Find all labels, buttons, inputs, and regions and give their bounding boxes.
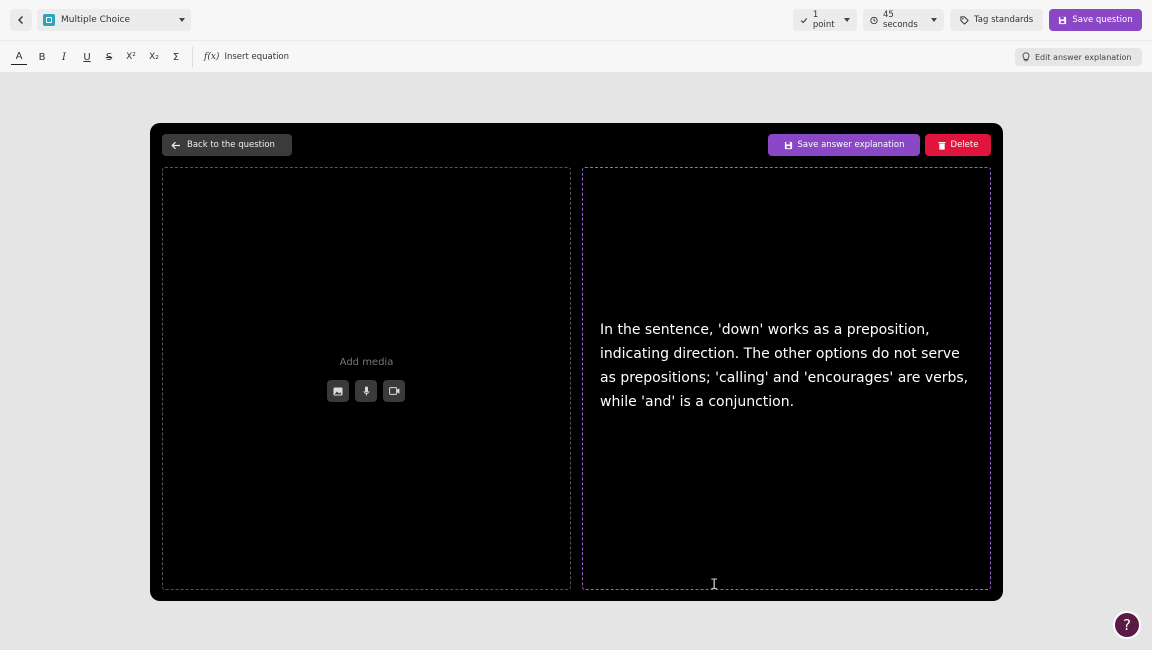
add-video-button[interactable] [383, 380, 405, 402]
save-question-button[interactable]: Save question [1049, 9, 1142, 31]
tag-standards-button[interactable]: Tag standards [950, 9, 1043, 31]
save-icon [1059, 16, 1067, 24]
chevron-down-icon [844, 18, 850, 22]
save-answer-explanation-button[interactable]: Save answer explanation [768, 134, 920, 156]
media-dropzone[interactable]: Add media [162, 167, 571, 590]
image-icon [333, 387, 343, 395]
subscript-button[interactable]: X₂ [146, 49, 162, 65]
top-bar: Multiple Choice 1 point 45 seconds Tag s… [0, 0, 1152, 41]
sigma-button[interactable]: Σ [168, 49, 184, 65]
back-button[interactable] [10, 9, 32, 31]
add-media-label: Add media [339, 357, 394, 368]
chevron-down-icon [179, 18, 185, 22]
check-icon [800, 17, 808, 23]
chevron-left-icon [18, 16, 23, 24]
save-icon [784, 141, 792, 149]
answer-explanation-card: Back to the question Save answer explana… [150, 123, 1003, 601]
italic-button[interactable]: I [56, 49, 72, 65]
underline-button[interactable]: U [79, 49, 95, 65]
time-label: 45 seconds [883, 10, 918, 30]
delete-button[interactable]: Delete [925, 134, 991, 156]
back-to-question-label: Back to the question [187, 140, 275, 150]
edit-answer-explanation-button[interactable]: Edit answer explanation [1015, 48, 1142, 66]
back-to-question-button[interactable]: Back to the question [162, 134, 292, 156]
microphone-icon [363, 386, 369, 396]
time-select[interactable]: 45 seconds [863, 9, 944, 31]
explanation-text[interactable]: In the sentence, 'down' works as a prepo… [600, 318, 970, 414]
edit-answer-explanation-label: Edit answer explanation [1035, 52, 1132, 62]
help-button[interactable]: ? [1113, 611, 1141, 639]
insert-equation-button[interactable]: f(x) Insert equation [204, 49, 289, 65]
insert-equation-label: Insert equation [224, 52, 290, 62]
save-answer-explanation-label: Save answer explanation [797, 140, 905, 150]
text-color-button[interactable]: A [11, 49, 27, 65]
tag-icon [960, 15, 969, 25]
clock-icon [870, 16, 878, 24]
explanation-editor[interactable]: In the sentence, 'down' works as a prepo… [582, 167, 991, 593]
question-type-icon [43, 14, 55, 26]
add-image-button[interactable] [327, 380, 349, 402]
question-type-label: Multiple Choice [61, 15, 131, 25]
help-icon: ? [1123, 616, 1131, 634]
question-type-select[interactable]: Multiple Choice [37, 9, 191, 31]
arrow-left-icon [171, 141, 180, 149]
formatting-toolbar: A B I U S X² X₂ Σ f(x) Insert equation [0, 41, 1152, 73]
trash-icon [938, 141, 946, 150]
tag-standards-label: Tag standards [974, 15, 1034, 25]
delete-label: Delete [950, 140, 979, 150]
text-cursor-icon: I [710, 577, 719, 593]
lightbulb-icon [1022, 52, 1030, 62]
function-icon: f(x) [204, 52, 220, 62]
points-label: 1 point [812, 10, 835, 30]
add-audio-button[interactable] [355, 380, 377, 402]
video-icon [388, 387, 399, 395]
chevron-down-icon [931, 18, 937, 22]
strikethrough-button[interactable]: S [101, 49, 117, 65]
toolbar-divider [192, 47, 193, 67]
bold-button[interactable]: B [34, 49, 50, 65]
superscript-button[interactable]: X² [123, 49, 139, 65]
points-select[interactable]: 1 point [793, 9, 857, 31]
save-question-label: Save question [1072, 15, 1133, 25]
media-buttons [327, 380, 405, 402]
